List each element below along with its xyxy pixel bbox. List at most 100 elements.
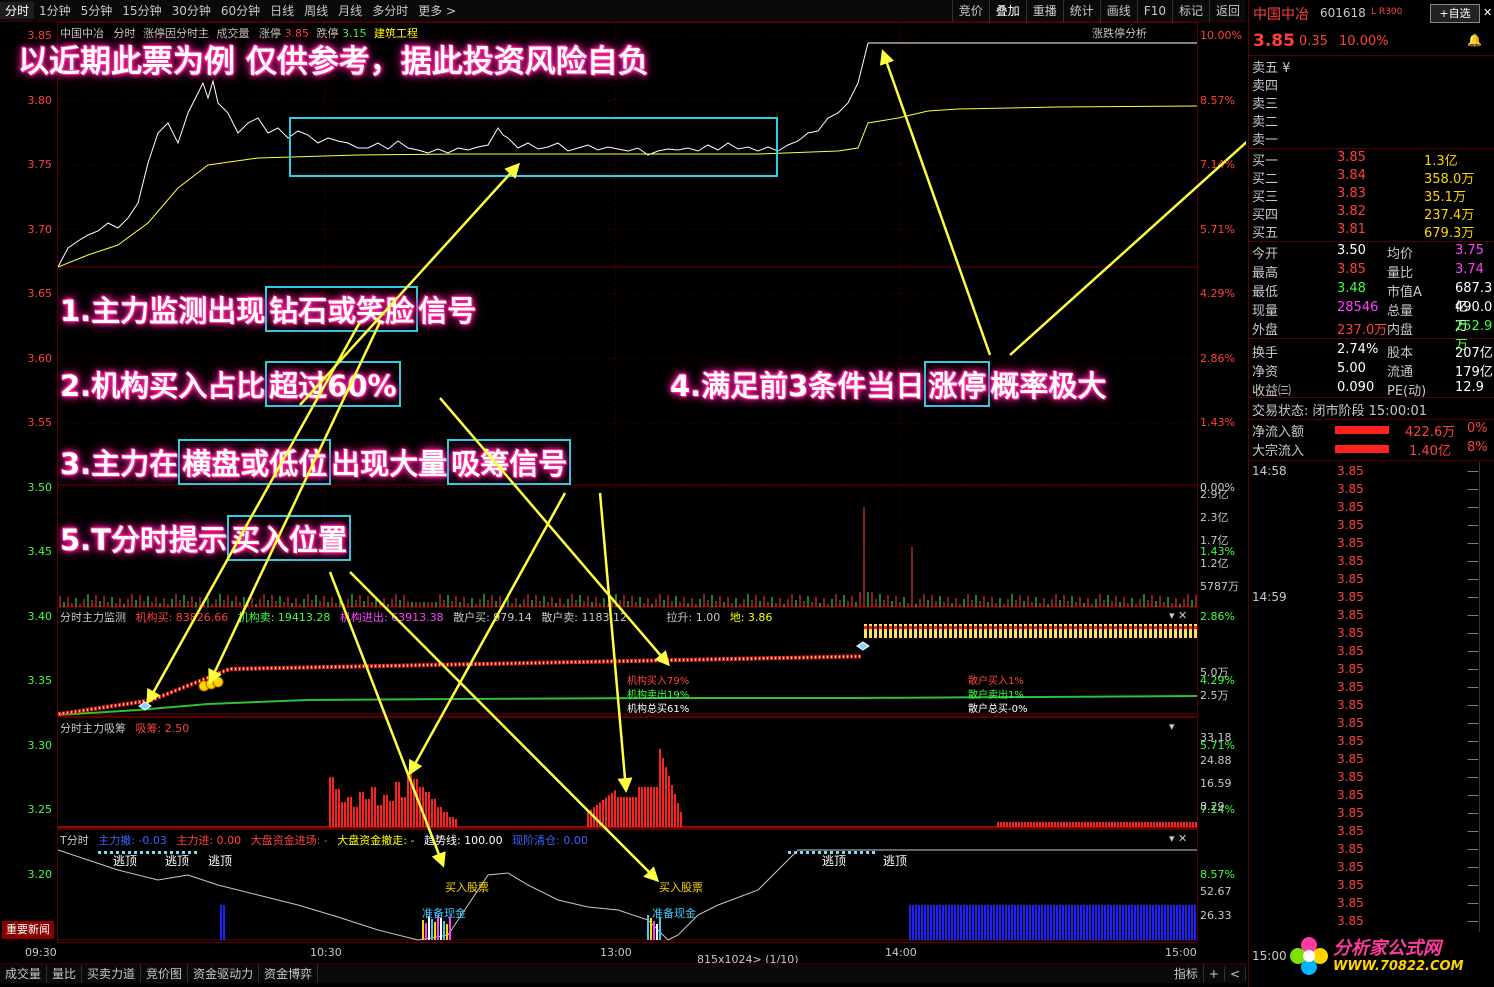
annotation-5: 5.T分时提示 买入位置	[60, 515, 351, 561]
limit-band-mark	[864, 626, 867, 629]
limit-band-mark	[979, 626, 982, 629]
bell-icon[interactable]: 🔔	[1467, 33, 1482, 47]
org-buy-dot-core	[603, 660, 604, 663]
limit-band-mark	[1069, 626, 1072, 629]
tick-direction: —	[1467, 680, 1479, 694]
news-button[interactable]: 重要新闻	[2, 921, 54, 939]
tick-row: 3.85 —	[1249, 698, 1494, 716]
mark-button[interactable]: 标记	[1171, 0, 1209, 22]
buy-level-row: 买四 3.82 237.4万	[1249, 204, 1494, 223]
close-icon[interactable]: ✕	[1483, 6, 1492, 19]
trend-top-dot	[854, 851, 857, 854]
limit-band-mark	[919, 626, 922, 629]
org-buy-dot-core	[495, 662, 496, 665]
org-buy-dot-core	[775, 657, 776, 660]
limit-band-mark	[1074, 626, 1077, 629]
buy-level-row: 买一 3.85 1.3亿	[1249, 150, 1494, 169]
tab-30min[interactable]: 30分钟	[167, 2, 216, 19]
org-buy-dot-core	[471, 663, 472, 666]
accum-axis-label: 24.88	[1200, 754, 1232, 767]
net-inflow-pct: 0%	[1467, 421, 1488, 436]
tab-15min[interactable]: 15分钟	[117, 2, 166, 19]
limit-band-mark	[884, 626, 887, 629]
org-buy-dot-core	[635, 659, 636, 662]
sell-level-row: 卖二	[1249, 111, 1494, 130]
auction-button[interactable]: 竞价	[951, 0, 989, 22]
org-buy-dot-core	[227, 668, 228, 671]
t-dropdown-icon[interactable]: ▾ ✕	[1169, 832, 1187, 845]
tab-1min[interactable]: 1分钟	[34, 2, 76, 19]
tab-minute[interactable]: 分时	[0, 2, 35, 19]
tab-multi-minute[interactable]: 多分时	[367, 2, 413, 19]
tab-volume[interactable]: 成交量	[0, 965, 48, 982]
limit-band-mark	[879, 626, 882, 629]
limit-band-mark	[1139, 626, 1142, 629]
stat-label: 总量	[1387, 304, 1414, 319]
org-buy-dot-core	[103, 706, 104, 709]
tick-direction: —	[1467, 842, 1479, 856]
org-buy-dot-core	[687, 658, 688, 661]
logo-url: WWW.70822.COM	[1333, 959, 1464, 974]
org-buy-dot-core	[259, 667, 260, 670]
indicator-button[interactable]: 指标	[1169, 965, 1204, 982]
tick-price: 3.85	[1337, 824, 1364, 838]
replay-button[interactable]: 重播	[1025, 0, 1063, 22]
block-inflow-label: 大宗流入	[1252, 444, 1305, 459]
tab-daily[interactable]: 日线	[265, 2, 299, 19]
overlay-button[interactable]: 叠加	[988, 0, 1026, 22]
retail-buy-legend: 散户买入1%	[968, 676, 1024, 687]
org-buy-dot-core	[719, 658, 720, 661]
f10-button[interactable]: F10	[1136, 0, 1172, 22]
stat-label: 最高	[1252, 266, 1279, 281]
tick-price: 3.85	[1337, 590, 1364, 604]
tab-volume-ratio[interactable]: 量比	[47, 965, 83, 982]
annotation-highlight: 超过60%	[265, 361, 401, 407]
tab-5min[interactable]: 5分钟	[76, 2, 118, 19]
org-buy-dot-core	[755, 657, 756, 660]
block-inflow-bar	[1335, 445, 1389, 453]
org-buy-dot-core	[431, 663, 432, 666]
tab-weekly[interactable]: 周线	[299, 2, 333, 19]
draw-button[interactable]: 画线	[1099, 0, 1137, 22]
trade-state-text: 交易状态: 闭市阶段 15:00:01	[1252, 404, 1428, 419]
stats-button[interactable]: 统计	[1062, 0, 1100, 22]
org-buy-dot-core	[511, 662, 512, 665]
tab-60min[interactable]: 60分钟	[216, 2, 265, 19]
org-buy-dot-core	[547, 661, 548, 664]
trend-top-dot	[98, 851, 101, 854]
org-buy-dot-core	[527, 662, 528, 665]
tab-more[interactable]: 更多 >	[413, 2, 461, 19]
stat-value: 28546	[1337, 300, 1379, 315]
org-sell-legend: 机构卖出19%	[627, 690, 690, 701]
add-watchlist-button[interactable]: +自选	[1430, 4, 1480, 23]
tick-row: 3.85 —	[1249, 914, 1494, 932]
org-buy-dot-core	[771, 657, 772, 660]
org-buy-dot-core	[391, 664, 392, 667]
tab-buy-sell-force[interactable]: 买卖力道	[82, 965, 142, 982]
org-buy-dot-core	[699, 658, 700, 661]
limit-band-mark	[899, 626, 902, 629]
collapse-button[interactable]: <	[1225, 966, 1246, 981]
monitor-dropdown-icon[interactable]: ▾ ✕	[1169, 609, 1187, 622]
org-buy-dot-core	[319, 666, 320, 669]
percent-axis-label: 8.57%	[1200, 93, 1235, 107]
limit-band-mark	[984, 626, 987, 629]
tick-price: 3.85	[1337, 680, 1364, 694]
net-inflow-bar	[1335, 426, 1389, 434]
org-buy-dot-core	[675, 659, 676, 662]
org-buy-dot-core	[403, 664, 404, 667]
buy-level-volume: 358.0万	[1424, 172, 1475, 187]
back-button[interactable]: 返回	[1208, 0, 1246, 22]
tab-fund-game[interactable]: 资金博弈	[259, 965, 319, 982]
add-indicator-button[interactable]: +	[1204, 966, 1225, 981]
quote-price-row: 3.85 0.35 10.00% 🔔	[1249, 31, 1494, 53]
tab-auction-chart[interactable]: 竞价图	[141, 965, 189, 982]
t-axis-label: 52.67	[1200, 885, 1232, 898]
tab-monthly[interactable]: 月线	[333, 2, 367, 19]
tick-price: 3.85	[1337, 698, 1364, 712]
stat-label: 流通	[1387, 365, 1414, 380]
flower-logo-icon	[1290, 937, 1328, 975]
org-buy-dot-core	[591, 660, 592, 663]
tab-fund-drive[interactable]: 资金驱动力	[188, 965, 260, 982]
stat-label: 内盘	[1387, 323, 1414, 338]
